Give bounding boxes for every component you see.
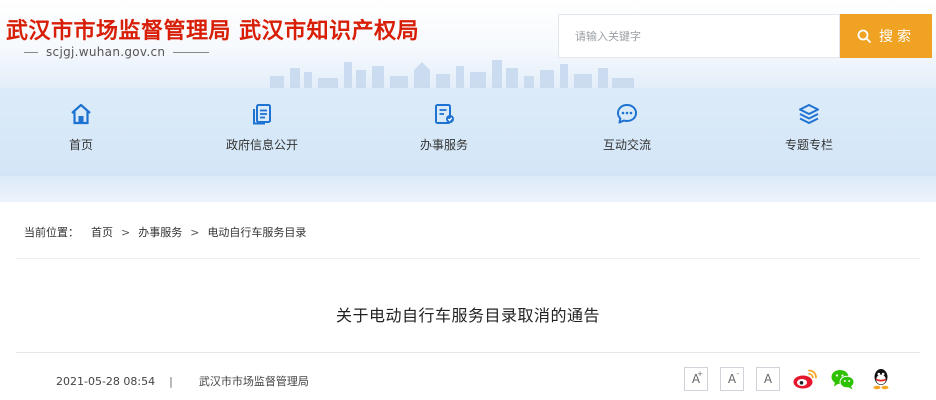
nav-item-label: 专题专栏: [784, 138, 833, 152]
site-domain-text: scjgj.wuhan.gov.cn: [46, 45, 166, 59]
breadcrumb: 当前位置： 首页 > 办事服务 > 电动自行车服务目录: [24, 224, 306, 240]
article-tools: A + A- A: [684, 367, 906, 391]
nav-item-services[interactable]: 办事服务: [384, 102, 504, 153]
qq-icon: [873, 369, 889, 390]
nav-bottom-band: [0, 176, 936, 202]
article-source: 武汉市市场监督管理局: [198, 375, 309, 388]
breadcrumb-separator: >: [190, 225, 200, 239]
font-size-medium-sup: -: [736, 370, 739, 378]
article-title: 关于电动自行车服务目录取消的通告: [335, 306, 600, 325]
nav-item-label: 首页: [68, 138, 93, 152]
layers-icon: [799, 104, 819, 124]
search-button-label: 搜索: [879, 29, 915, 45]
nav-item-topics[interactable]: 专题专栏: [749, 102, 869, 153]
search-input[interactable]: [575, 15, 839, 57]
breadcrumb-current-link[interactable]: 电动自行车服务目录: [207, 224, 306, 240]
publish-date: 2021-05-28 08:54: [56, 374, 156, 388]
font-size-default-button[interactable]: A: [756, 367, 780, 391]
article-panel: 当前位置： 首页 > 办事服务 > 电动自行车服务目录 关于电动自行车服务目录取…: [0, 202, 936, 400]
chat-icon: [617, 104, 637, 124]
nav-item-home[interactable]: 首页: [21, 102, 141, 153]
nav-item-label: 办事服务: [419, 138, 468, 152]
nav-item-gov-info[interactable]: 政府信息公开: [202, 102, 322, 153]
font-size-large-button[interactable]: A +: [684, 367, 708, 391]
home-icon: [71, 103, 91, 125]
domain-line-left: [24, 51, 38, 53]
font-size-large-sup: +: [697, 370, 703, 378]
meta-divider: |: [169, 374, 173, 388]
share-weibo-button[interactable]: [792, 367, 818, 391]
document-icon: [253, 104, 271, 125]
title-divider: [16, 352, 920, 353]
site-title[interactable]: 武汉市市场监督管理局 武汉市知识产权局: [6, 13, 419, 45]
font-size-medium-button[interactable]: A-: [720, 367, 744, 391]
nav-item-label: 互动交流: [602, 138, 651, 152]
site-header: 武汉市市场监督管理局 武汉市知识产权局 scjgj.wuhan.gov.cn 搜…: [0, 0, 936, 88]
wechat-icon: [831, 370, 855, 390]
share-wechat-button[interactable]: [830, 367, 856, 391]
search-box: [558, 14, 840, 58]
share-qq-button[interactable]: [868, 367, 894, 391]
article-meta: 2021-05-28 08:54 | 武汉市市场监督管理局: [56, 373, 309, 389]
weibo-icon: [793, 369, 817, 389]
font-size-default-label: A: [763, 372, 773, 386]
domain-line-right: [173, 51, 210, 53]
search-button[interactable]: 搜索: [840, 14, 932, 58]
breadcrumb-home-link[interactable]: 首页: [91, 224, 113, 240]
font-size-medium-label: A: [727, 372, 737, 386]
main-nav: 首页 政府信息公开 办事服务 互动交流 专题专栏: [0, 88, 936, 176]
breadcrumb-services-link[interactable]: 办事服务: [138, 224, 182, 240]
site-domain: scjgj.wuhan.gov.cn: [24, 44, 210, 60]
nav-item-label: 政府信息公开: [225, 138, 298, 152]
form-icon: [435, 104, 454, 124]
breadcrumb-label: 当前位置：: [24, 226, 79, 239]
breadcrumb-divider: [16, 258, 920, 259]
nav-item-interaction[interactable]: 互动交流: [567, 102, 687, 153]
breadcrumb-separator: >: [121, 225, 131, 239]
search-icon: [857, 29, 871, 43]
